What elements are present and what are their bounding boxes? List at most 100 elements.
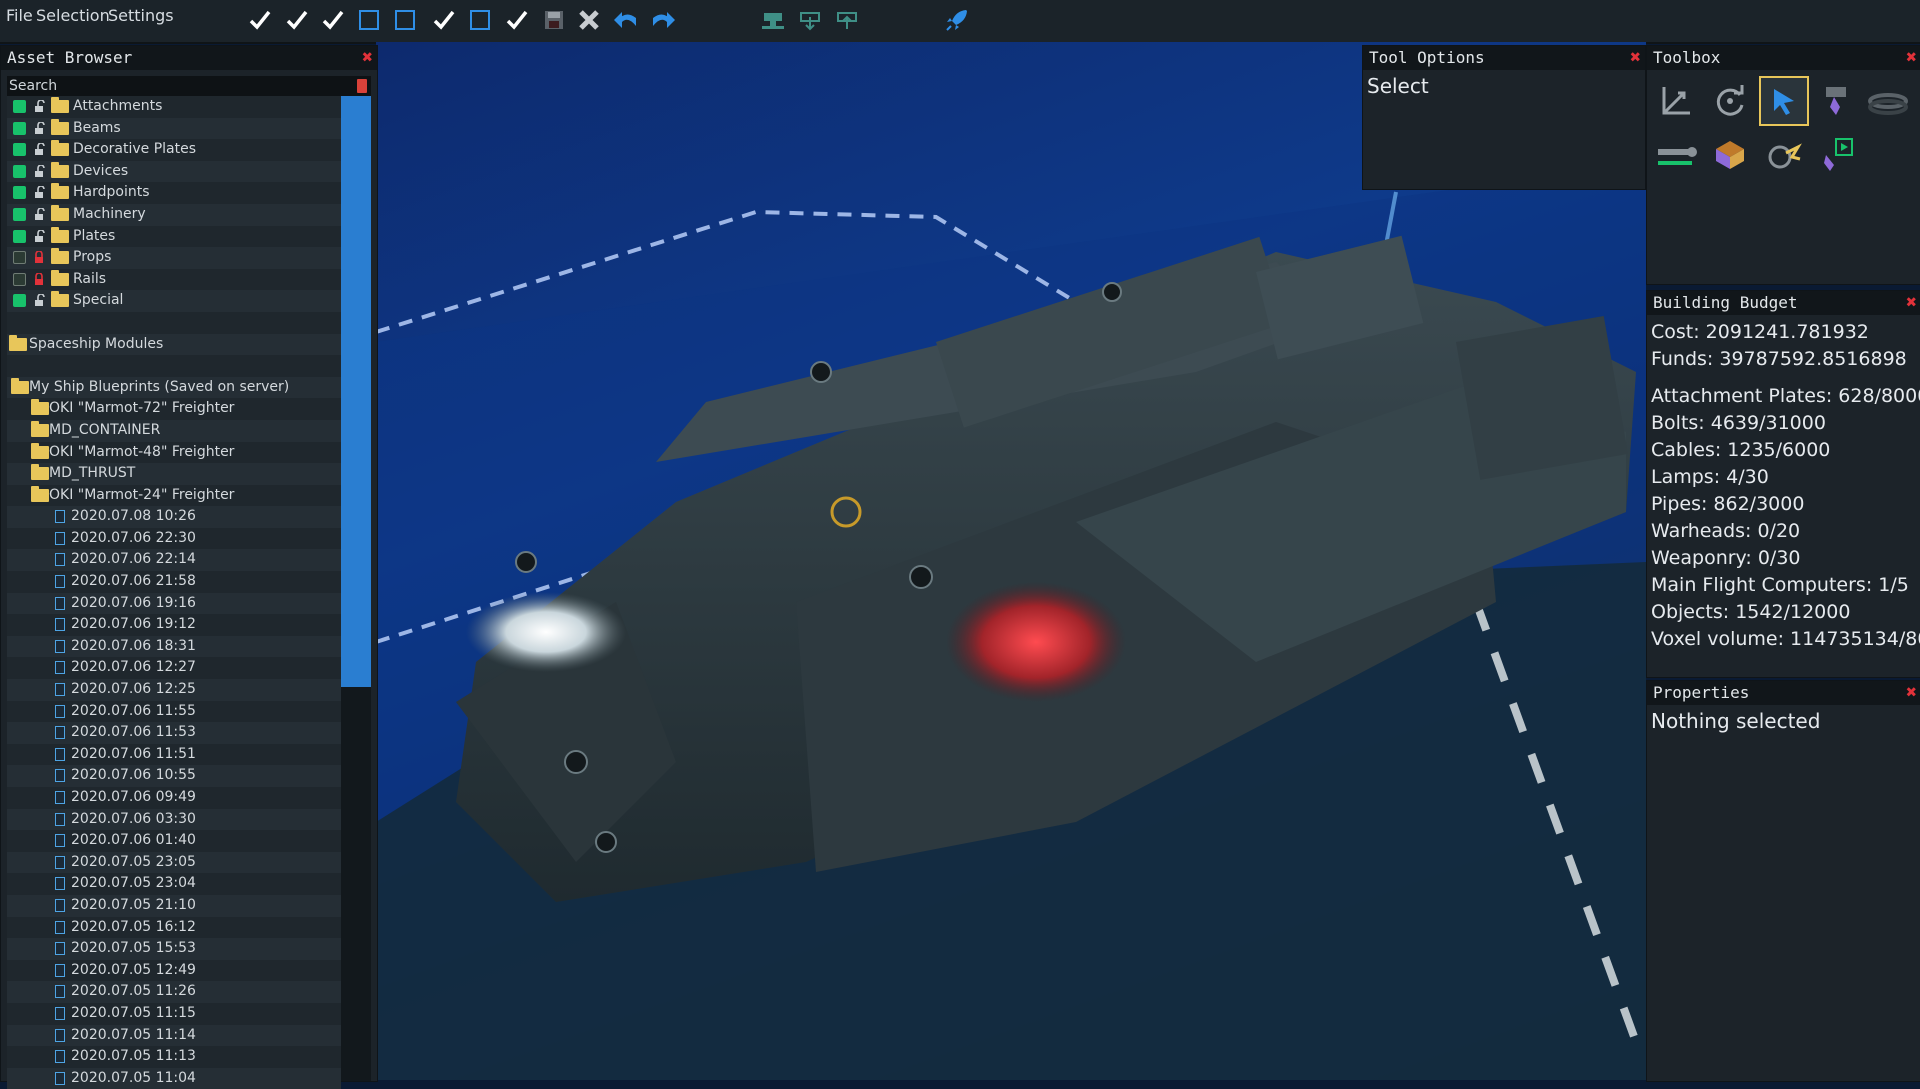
checkbox-unchecked-icon[interactable] <box>13 272 26 286</box>
tree-save-entry[interactable]: 2020.07.05 12:49 <box>7 959 341 982</box>
checkbox-checked-icon[interactable] <box>13 229 26 243</box>
voxel-grid-icon[interactable] <box>1705 130 1755 180</box>
tree-category[interactable]: Rails <box>7 268 341 291</box>
3d-viewport[interactable] <box>376 42 1646 1080</box>
select-cursor-icon[interactable] <box>1759 76 1809 126</box>
close-icon[interactable]: ✖ <box>362 46 373 70</box>
tree-save-entry[interactable]: 2020.07.05 11:15 <box>7 1002 341 1025</box>
tree-save-entry[interactable]: 2020.07.05 11:04 <box>7 1067 341 1089</box>
lock-open-icon[interactable] <box>33 294 45 307</box>
menu-file[interactable]: File <box>6 6 33 25</box>
checkbox-checked-icon[interactable] <box>13 164 26 178</box>
check-icon[interactable] <box>318 5 348 35</box>
lock-open-icon[interactable] <box>33 164 45 177</box>
close-icon[interactable]: ✖ <box>1906 46 1917 70</box>
tree-save-entry[interactable]: 2020.07.05 11:13 <box>7 1046 341 1068</box>
tree-save-entry[interactable]: 2020.07.06 11:55 <box>7 700 341 723</box>
tree-save-entry[interactable]: 2020.07.06 22:30 <box>7 527 341 550</box>
checkbox-checked-icon[interactable] <box>13 186 26 200</box>
tree-save-entry[interactable]: 2020.07.05 16:12 <box>7 916 341 939</box>
network-up-icon[interactable] <box>795 5 825 35</box>
tree-category[interactable]: Attachments <box>7 96 341 118</box>
lock-open-icon[interactable] <box>33 143 45 156</box>
tree-save-entry[interactable]: 2020.07.05 23:04 <box>7 873 341 895</box>
close-icon[interactable]: ✖ <box>1630 46 1641 70</box>
tree-save-entry[interactable]: 2020.07.06 22:14 <box>7 549 341 572</box>
menu-selection[interactable]: Selection <box>36 6 110 25</box>
tree-save-entry[interactable]: 2020.07.06 09:49 <box>7 787 341 809</box>
check-icon[interactable] <box>429 5 459 35</box>
lock-closed-icon[interactable] <box>33 272 45 285</box>
scrollbar[interactable] <box>341 96 371 1081</box>
tree-save-entry[interactable]: 2020.07.05 11:26 <box>7 981 341 1003</box>
lock-closed-icon[interactable] <box>33 251 45 264</box>
checkbox-empty-icon[interactable] <box>354 5 384 35</box>
tree-blueprint[interactable]: MD_CONTAINER <box>7 419 341 442</box>
tree-save-entry[interactable]: 2020.07.06 11:51 <box>7 743 341 766</box>
network-icon[interactable] <box>758 5 788 35</box>
tree-category[interactable]: Props <box>7 247 341 269</box>
checkbox-checked-icon[interactable] <box>13 121 26 135</box>
check-icon[interactable] <box>245 5 275 35</box>
tree-save-entry[interactable]: 2020.07.06 12:25 <box>7 679 341 701</box>
tree-blueprint[interactable]: OKI "Marmot-48" Freighter <box>7 441 341 464</box>
tree-save-entry[interactable]: 2020.07.05 21:10 <box>7 894 341 917</box>
tree-category[interactable]: Machinery <box>7 203 341 226</box>
rocket-icon[interactable] <box>942 5 972 35</box>
tree-blueprints-folder[interactable]: My Ship Blueprints (Saved on server) <box>7 376 341 399</box>
tree-category[interactable]: Beams <box>7 117 341 140</box>
checkbox-empty-icon[interactable] <box>390 5 420 35</box>
tree-category[interactable]: Devices <box>7 160 341 183</box>
lock-open-icon[interactable] <box>33 100 45 112</box>
checkbox-empty-icon[interactable] <box>465 5 495 35</box>
tree-save-entry[interactable]: 2020.07.06 12:27 <box>7 657 341 680</box>
checkbox-checked-icon[interactable] <box>13 294 26 308</box>
resize-axes-icon[interactable] <box>1651 76 1701 126</box>
save-icon[interactable] <box>539 5 569 35</box>
lock-open-icon[interactable] <box>33 121 45 134</box>
tree-save-entry[interactable]: 2020.07.06 19:12 <box>7 614 341 636</box>
lock-open-icon[interactable] <box>33 229 45 242</box>
wrench-icon[interactable] <box>1651 130 1701 180</box>
menu-settings[interactable]: Settings <box>108 6 174 25</box>
search-input[interactable]: Search <box>7 76 371 96</box>
tree-save-entry[interactable]: 2020.07.08 10:26 <box>7 506 341 528</box>
lock-open-icon[interactable] <box>33 186 45 199</box>
cable-coil-icon[interactable] <box>1863 76 1913 126</box>
trash-icon[interactable] <box>357 79 367 93</box>
tree-save-entry[interactable]: 2020.07.05 23:05 <box>7 851 341 874</box>
tree-category[interactable]: Hardpoints <box>7 182 341 204</box>
scrollbar-thumb[interactable] <box>341 96 371 687</box>
tree-blueprint[interactable]: OKI "Marmot-72" Freighter <box>7 398 341 420</box>
tree-save-entry[interactable]: 2020.07.06 21:58 <box>7 571 341 593</box>
tree-blueprint[interactable]: MD_THRUST <box>7 463 341 485</box>
checkbox-checked-icon[interactable] <box>13 207 26 221</box>
paint-tool-icon[interactable] <box>1813 76 1863 126</box>
tree-save-entry[interactable]: 2020.07.05 15:53 <box>7 938 341 960</box>
tree-save-entry[interactable]: 2020.07.06 18:31 <box>7 635 341 658</box>
tree-category[interactable]: Decorative Plates <box>7 139 341 161</box>
tree-save-entry[interactable]: 2020.07.06 11:53 <box>7 722 341 744</box>
rotate-icon[interactable] <box>1705 76 1755 126</box>
tree-save-entry[interactable]: 2020.07.06 03:30 <box>7 808 341 831</box>
tree-save-entry[interactable]: 2020.07.06 01:40 <box>7 830 341 852</box>
tree-blueprint[interactable]: OKI "Marmot-24" Freighter <box>7 484 341 507</box>
close-icon[interactable]: ✖ <box>1906 291 1917 315</box>
close-icon[interactable]: ✖ <box>1906 681 1917 705</box>
redo-icon[interactable] <box>648 5 678 35</box>
checkbox-unchecked-icon[interactable] <box>13 251 26 265</box>
bolt-tool-icon[interactable] <box>1759 130 1809 180</box>
tree-save-entry[interactable]: 2020.07.06 10:55 <box>7 765 341 787</box>
undo-icon[interactable] <box>611 5 641 35</box>
tree-save-entry[interactable]: 2020.07.05 11:14 <box>7 1024 341 1047</box>
checkbox-checked-icon[interactable] <box>13 143 26 157</box>
tree-modules-folder[interactable]: Spaceship Modules <box>7 333 341 356</box>
check-icon[interactable] <box>282 5 312 35</box>
lock-open-icon[interactable] <box>33 207 45 220</box>
play-tool-icon[interactable] <box>1813 130 1863 180</box>
tree-save-entry[interactable]: 2020.07.06 19:16 <box>7 592 341 615</box>
check-icon[interactable] <box>502 5 532 35</box>
close-x-icon[interactable] <box>574 5 604 35</box>
tree-category[interactable]: Special <box>7 290 341 312</box>
checkbox-checked-icon[interactable] <box>13 100 26 113</box>
